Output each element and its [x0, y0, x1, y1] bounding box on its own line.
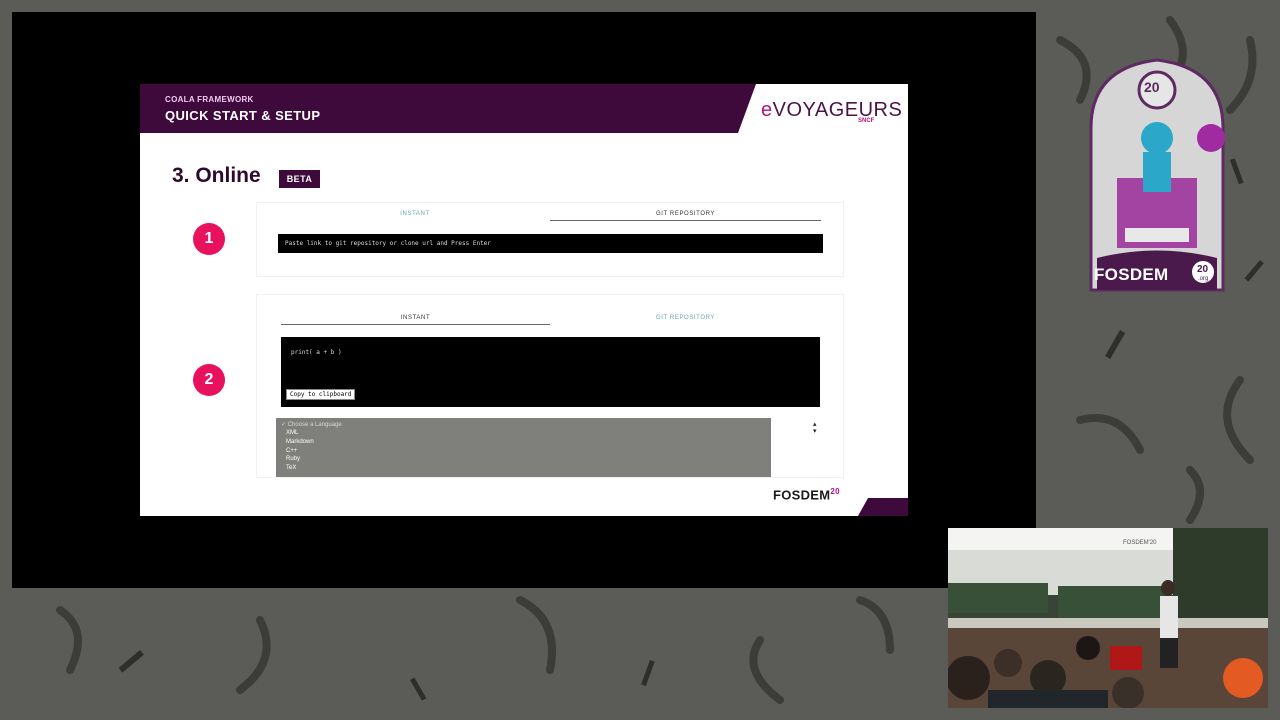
copy-to-clipboard-button[interactable]: Copy to clipboard — [286, 389, 356, 400]
footer-corner — [858, 498, 908, 516]
brand-sub: SNCF — [858, 118, 875, 124]
code-editor[interactable]: print( a + b ) Copy to clipboard — [281, 337, 820, 407]
tab-git-repository[interactable]: GIT REPOSITORY — [550, 208, 821, 221]
git-repo-card: INSTANT GIT REPOSITORY Paste link to git… — [256, 202, 844, 277]
slide: COALA FRAMEWORK QUICK START & SETUP eVOY… — [140, 84, 908, 516]
language-option-ruby[interactable]: Ruby — [281, 455, 766, 464]
instant-card: INSTANT GIT REPOSITORY print( a + b ) Co… — [256, 294, 844, 478]
footer-logo: FOSDEM20 — [773, 487, 840, 502]
code-text: print( a + b ) — [291, 349, 342, 356]
step-number-2: 2 — [193, 364, 225, 396]
beta-badge: BETA — [279, 170, 320, 188]
git-url-input[interactable]: Paste link to git repository or clone ur… — [278, 234, 823, 253]
language-option-tex[interactable]: TeX — [281, 464, 766, 473]
section-title: 3. Online — [172, 164, 261, 187]
tab-git-repository[interactable]: GIT REPOSITORY — [550, 312, 821, 324]
brand-logo-e: e — [761, 99, 773, 121]
badge-year: 20 — [1144, 79, 1160, 95]
footer-logo-text: FOSDEM — [773, 487, 831, 503]
language-option-cpp[interactable]: C++ — [281, 447, 766, 456]
header-title: QUICK START & SETUP — [165, 108, 321, 123]
header-subtitle: COALA FRAMEWORK — [165, 95, 254, 104]
language-option-xml[interactable]: XML — [281, 429, 766, 438]
camera-screen-text: FOSDEM'20 — [1123, 540, 1157, 546]
badge-sup: 20 — [1197, 264, 1209, 275]
language-select[interactable]: ✓ Choose a Language XML Markdown C++ Rub… — [276, 418, 771, 477]
tab-instant[interactable]: INSTANT — [281, 312, 550, 325]
badge-label: FOSDEM — [1094, 265, 1169, 284]
footer-logo-sup: 20 — [830, 487, 840, 496]
brand-logo-text: VOYAGEURS — [772, 99, 903, 121]
tab-instant[interactable]: INSTANT — [265, 208, 565, 220]
language-option-markdown[interactable]: Markdown — [281, 438, 766, 447]
select-scroll-icon[interactable]: ▴ ▾ — [813, 421, 817, 435]
speaker-camera-feed: FOSDEM'20 — [948, 528, 1268, 708]
step-number-1: 1 — [193, 223, 225, 255]
brand-logo: eVOYAGEURS — [761, 99, 902, 122]
camera-scene — [948, 528, 1268, 708]
language-select-header: ✓ Choose a Language — [281, 422, 342, 428]
badge-org: .org — [1198, 276, 1209, 282]
